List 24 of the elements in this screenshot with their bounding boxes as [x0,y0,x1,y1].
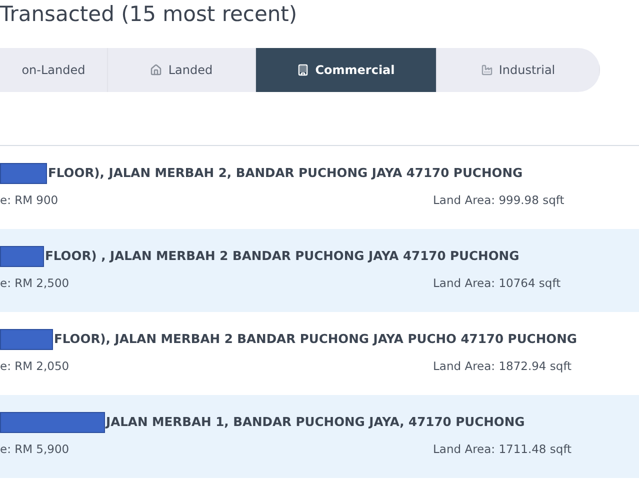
price-text: e: RM 5,900 [0,442,70,456]
building-icon [297,64,310,76]
transaction-row[interactable]: FLOOR) , JALAN MERBAH 2 BANDAR PUCHONG JAYA 47170 PUCHONG e: RM 2,500 Land Area: 10764 sqft [0,229,639,312]
section-title: Transacted (15 most recent) [0,1,298,28]
redaction-bar [0,246,44,266]
land-area-text: Land Area: 1711.48 sqft [433,442,572,456]
transaction-row[interactable]: JALAN MERBAH 1, BANDAR PUCHONG JAYA, 47170 PUCHONG e: RM 5,900 Land Area: 1711.48 sqft [0,395,639,478]
price-text: e: RM 2,050 [0,359,70,373]
home-icon [150,64,162,76]
category-tab[interactable]: on-Landed [0,48,108,92]
category-tab[interactable]: Commercial [256,48,437,92]
redaction-bar [0,328,53,350]
land-area-text: Land Area: 10764 sqft [433,276,561,290]
address-text: JALAN MERBAH 1, BANDAR PUCHONG JAYA, 47170 PUCHONG [106,415,525,429]
redaction-bar [0,162,47,184]
address-text: FLOOR) , JALAN MERBAH 2 BANDAR PUCHONG JAYA 47170 PUCHONG [45,249,520,263]
category-tab[interactable]: Industrial [437,48,600,92]
address-text: FLOOR), JALAN MERBAH 2 BANDAR PUCHONG JAYA PUCHO 47170 PUCHONG [54,332,577,346]
price-text: e: RM 900 [0,193,60,207]
factory-icon [480,64,493,76]
land-area-text: Land Area: 1872.94 sqft [433,359,572,373]
address-text: FLOOR), JALAN MERBAH 2, BANDAR PUCHONG JAYA 47170 PUCHONG [48,166,523,180]
price-text: e: RM 2,500 [0,276,70,290]
land-area-text: Land Area: 999.98 sqft [433,193,564,207]
